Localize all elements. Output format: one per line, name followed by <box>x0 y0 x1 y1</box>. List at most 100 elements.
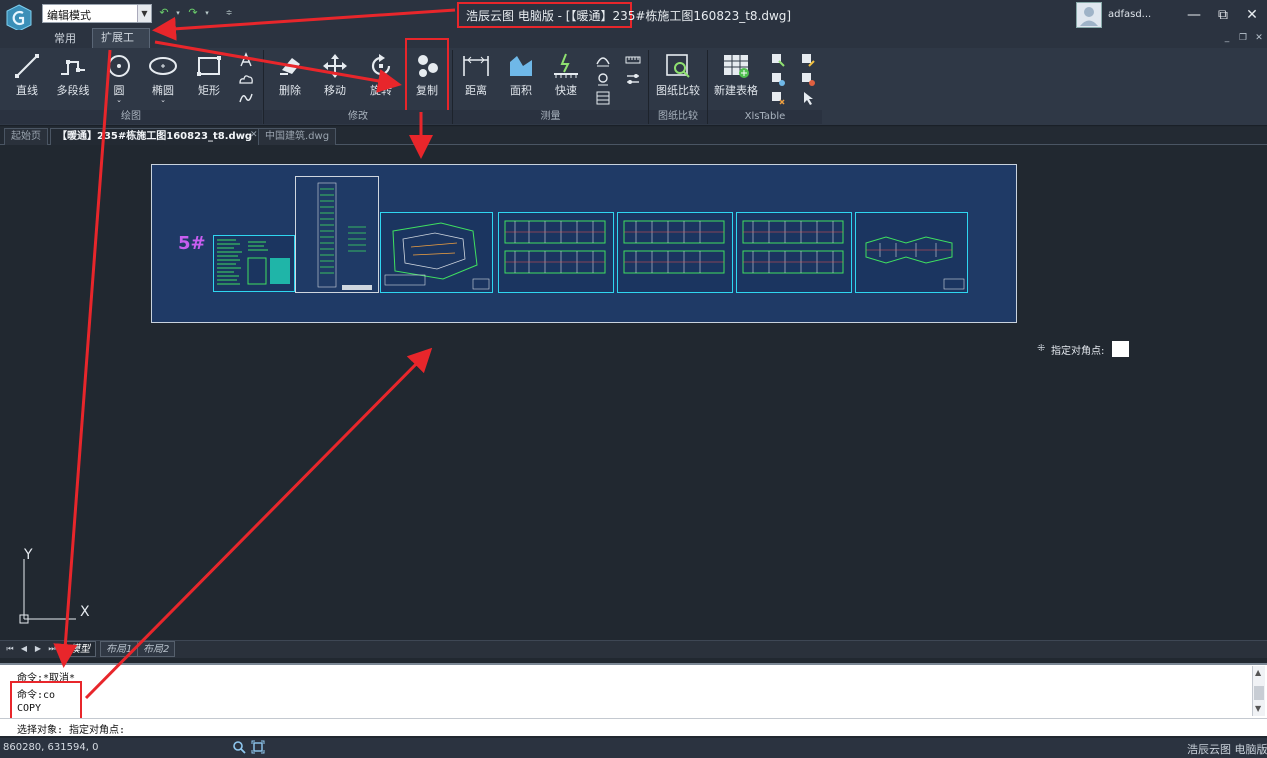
line-tool-label: 直线 <box>16 84 38 97</box>
circle-tool-button[interactable]: 圆 ⌄ <box>97 52 141 104</box>
area-icon <box>510 56 532 76</box>
delete-tool-label: 删除 <box>279 84 301 97</box>
quick-measure-button[interactable]: 快速 <box>544 52 588 104</box>
mode-select[interactable]: 编辑模式 ▼ <box>42 4 152 23</box>
doc-tab-active[interactable]: 【暖通】235#栋施工图160823_t8.dwg <box>50 128 260 145</box>
polyline-tool-button[interactable]: 多段线 <box>50 52 96 104</box>
group-label-modify: 修改 <box>264 110 452 124</box>
close-icon[interactable]: ✕ <box>1241 5 1263 25</box>
delete-tool-button[interactable]: 删除 <box>268 52 312 104</box>
move-tool-button[interactable]: 移动 <box>313 52 357 104</box>
doc-minimize-icon[interactable]: _ <box>1220 32 1234 44</box>
point-measure-icon[interactable] <box>595 71 611 87</box>
drawing-sheet-notes[interactable] <box>213 235 295 292</box>
table-update-icon[interactable] <box>800 71 816 87</box>
avatar[interactable] <box>1076 2 1102 28</box>
table-measure-icon[interactable] <box>595 90 611 106</box>
undo-icon[interactable]: ↶ <box>158 7 170 19</box>
chevron-down-icon[interactable]: ▾ <box>201 7 213 19</box>
polyline-icon <box>61 60 85 75</box>
new-table-button[interactable]: 新建表格 <box>712 52 760 104</box>
drawing-sheet-index[interactable] <box>295 176 379 293</box>
settings-lines-icon[interactable] <box>625 71 641 87</box>
rotate-tool-label: 旋转 <box>370 84 392 97</box>
drawing-sheet-floor-plan-3[interactable] <box>736 212 852 293</box>
chevron-down-icon[interactable]: ⌄ <box>97 96 141 104</box>
drawing-sheet-roof-plan[interactable] <box>855 212 968 293</box>
zoom-extents-icon[interactable] <box>251 740 265 754</box>
maximize-icon[interactable]: ⧉ <box>1212 5 1234 25</box>
distance-tool-label: 距离 <box>465 84 487 97</box>
prev-layout-icon[interactable]: ◀ <box>18 643 30 655</box>
copy-tool-label: 复制 <box>416 84 438 97</box>
rotate-tool-button[interactable]: 旋转 <box>359 52 403 104</box>
table-edit-icon[interactable] <box>800 52 816 68</box>
doc-tab-other[interactable]: 中国建筑.dwg <box>258 128 337 145</box>
drawing-extents[interactable]: 5# <box>151 164 1017 323</box>
app-logo-icon[interactable] <box>5 4 33 32</box>
scroll-down-icon[interactable]: ▼ <box>1255 704 1261 713</box>
quick-measure-icon <box>554 53 578 78</box>
doc-close-icon[interactable]: ✕ <box>1252 32 1266 44</box>
next-layout-icon[interactable]: ▶ <box>32 643 44 655</box>
rotate-icon <box>371 54 391 76</box>
table-import-icon[interactable] <box>770 71 786 87</box>
scroll-up-icon[interactable]: ▲ <box>1255 668 1261 677</box>
layout-tab-1[interactable]: 布局1 <box>100 641 139 657</box>
y-axis-label: Y <box>24 547 33 563</box>
layout-tab-2[interactable]: 布局2 <box>137 641 176 657</box>
tooltip-input[interactable] <box>1112 341 1129 357</box>
text-icon[interactable] <box>238 52 254 68</box>
ellipse-icon <box>149 57 177 75</box>
table-link-icon[interactable] <box>770 90 786 106</box>
doc-tab-start[interactable]: 起始页 <box>4 128 48 145</box>
command-input[interactable] <box>0 718 1267 736</box>
chevron-down-icon[interactable]: ⌄ <box>141 96 185 104</box>
tab-common[interactable]: 常用 <box>46 30 84 48</box>
compare-drawings-button[interactable]: 图纸比较 <box>654 52 702 104</box>
x-axis-label: X <box>80 604 90 620</box>
cloud-icon[interactable] <box>238 71 254 87</box>
tooltip-label: 指定对角点: <box>1051 346 1105 357</box>
drawing-sheet-floor-plan-2[interactable] <box>617 212 733 293</box>
ribbon-tab-bar <box>0 30 1267 48</box>
chevron-down-icon[interactable]: ▼ <box>137 5 151 22</box>
chevron-down-icon[interactable]: ▾ <box>172 7 184 19</box>
table-export-icon[interactable] <box>770 52 786 68</box>
drawing-sheet-site-plan[interactable] <box>380 212 493 293</box>
eraser-icon <box>280 58 300 75</box>
move-tool-label: 移动 <box>324 84 346 97</box>
drawing-sheet-floor-plan-1[interactable] <box>498 212 614 293</box>
tab-expand-tools[interactable]: 扩展工具 <box>92 28 150 62</box>
status-bar <box>0 738 1267 758</box>
command-prompt: 选择对象: 指定对角点: <box>17 725 126 736</box>
arc-measure-icon[interactable] <box>595 52 611 68</box>
redo-icon[interactable]: ↷ <box>187 7 199 19</box>
area-tool-button[interactable]: 面积 <box>499 52 543 104</box>
compare-drawings-icon <box>666 54 690 78</box>
layout-tab-model[interactable]: 模型 <box>64 641 96 657</box>
close-tab-icon[interactable]: ✕ <box>250 130 258 140</box>
line-tool-button[interactable]: 直线 <box>5 52 49 104</box>
scroll-thumb[interactable] <box>1254 686 1264 700</box>
last-layout-icon[interactable]: ⏭ <box>46 643 58 655</box>
user-name[interactable]: adfasd... <box>1108 9 1151 20</box>
first-layout-icon[interactable]: ⏮ <box>4 643 16 655</box>
command-scrollbar[interactable]: ▲ ▼ <box>1252 666 1265 716</box>
spline-icon[interactable] <box>238 90 254 106</box>
table-select-icon[interactable] <box>800 90 816 106</box>
rectangle-tool-button[interactable]: 矩形 <box>187 52 231 104</box>
window-title: 浩辰云图 电脑版 - [【暖通】235#栋施工图160823_t8.dwg] <box>466 9 792 23</box>
ellipse-tool-button[interactable]: 椭圆 ⌄ <box>141 52 185 104</box>
distance-tool-button[interactable]: 距离 <box>454 52 498 104</box>
distance-icon <box>463 56 489 76</box>
ruler-icon[interactable] <box>625 52 641 68</box>
doc-restore-icon[interactable]: ❐ <box>1236 32 1250 44</box>
minimize-icon[interactable]: — <box>1183 5 1205 25</box>
copy-tool-button[interactable]: 复制 <box>405 52 449 104</box>
group-label-compare: 图纸比较 <box>649 110 707 124</box>
compare-drawings-label: 图纸比较 <box>656 84 700 97</box>
customize-quick-access-icon[interactable]: ≑ <box>223 7 235 19</box>
zoom-icon[interactable] <box>232 740 246 754</box>
command-history <box>0 663 1267 718</box>
